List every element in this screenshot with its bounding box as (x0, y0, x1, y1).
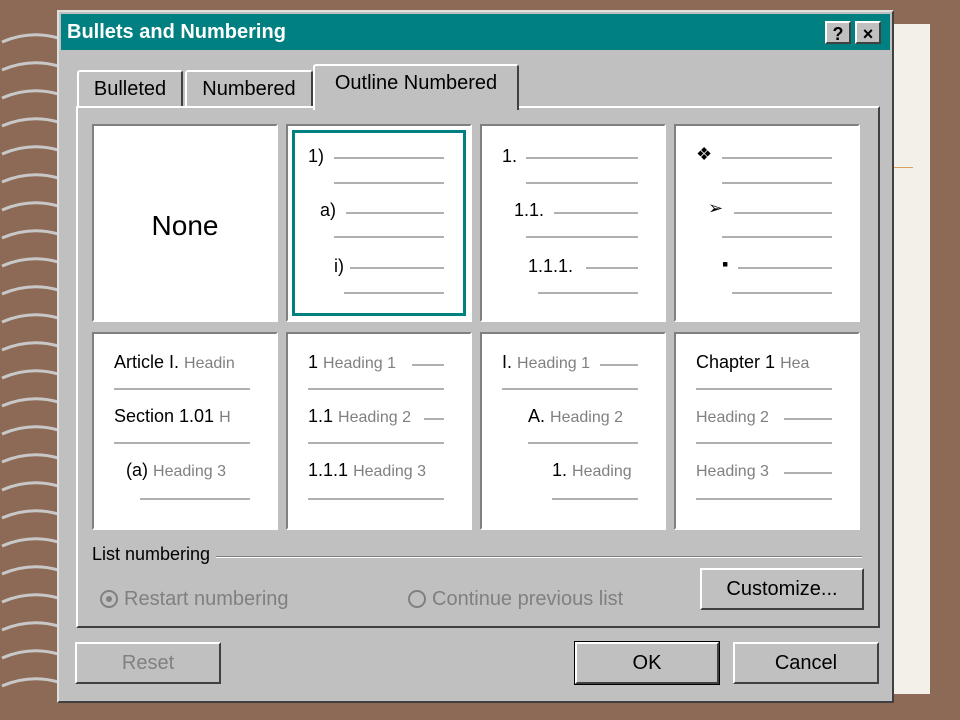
square-bullet-icon: ▪ (722, 254, 729, 274)
level-1-label: Chapter 1 Hea (696, 352, 810, 372)
ok-button[interactable]: OK (574, 641, 720, 685)
tab-bulleted[interactable]: Bulleted (77, 70, 183, 108)
cancel-button[interactable]: Cancel (733, 642, 879, 684)
level-1-label: I. Heading 1 (502, 352, 590, 372)
tab-panel-outline-numbered: None 1) a) i) 1. 1.1. 1.1.1. ❖ ➢ ▪ Artic… (76, 106, 880, 628)
slide-background (890, 24, 930, 694)
level-2-label: 1.1 Heading 2 (308, 406, 411, 426)
spiral-binding (1, 33, 59, 688)
help-button[interactable]: ? (825, 21, 851, 44)
level-1-label: Article I. Headin (114, 352, 235, 372)
restart-numbering-radio[interactable]: Restart numbering (100, 588, 289, 611)
style-chapter-headings[interactable]: Chapter 1 Hea Heading 2 Heading 3 (674, 332, 860, 530)
style-article-section[interactable]: Article I. Headin Section 1.01 H (a) Hea… (92, 332, 278, 530)
restart-numbering-label: Restart numbering (124, 588, 289, 610)
level-3-label: Heading 3 (696, 463, 769, 480)
continue-previous-list-radio[interactable]: Continue previous list (408, 588, 623, 611)
style-heading-roman[interactable]: I. Heading 1 A. Heading 2 1. Heading (480, 332, 666, 530)
continue-previous-list-label: Continue previous list (432, 588, 624, 610)
diamond-bullet-icon: ❖ (696, 144, 713, 164)
level-2-label: 1.1. (514, 200, 545, 220)
level-1-label: 1. (502, 146, 518, 166)
style-bullets[interactable]: ❖ ➢ ▪ (674, 124, 860, 322)
level-1-label: 1) (308, 146, 325, 166)
level-3-label: 1. Heading (552, 460, 632, 480)
dialog-title: Bullets and Numbering (67, 21, 286, 43)
arrow-bullet-icon: ➢ (708, 198, 724, 218)
level-3-label: (a) Heading 3 (126, 460, 226, 480)
level-3-label: 1.1.1 Heading 3 (308, 460, 427, 480)
customize-button[interactable]: Customize... (700, 568, 864, 610)
title-bar: Bullets and Numbering ? × (61, 14, 890, 50)
tab-numbered[interactable]: Numbered (185, 70, 313, 108)
level-1-label: 1 Heading 1 (308, 352, 396, 372)
reset-button[interactable]: Reset (75, 642, 221, 684)
level-2-label: Heading 2 (696, 409, 769, 426)
radio-unselected-icon (408, 590, 426, 608)
level-3-label: 1.1.1. (528, 256, 574, 276)
style-paren-letters[interactable]: 1) a) i) (286, 124, 472, 322)
level-2-label: Section 1.01 H (114, 406, 231, 426)
tab-outline-numbered[interactable]: Outline Numbered (313, 64, 519, 110)
bullets-numbering-dialog: Bullets and Numbering ? × Bulleted Numbe… (57, 10, 894, 703)
close-button[interactable]: × (855, 21, 881, 44)
level-2-label: A. Heading 2 (528, 406, 623, 426)
level-2-label: a) (320, 200, 337, 220)
style-none[interactable]: None (92, 124, 278, 322)
style-decimal-legal[interactable]: 1. 1.1. 1.1.1. (480, 124, 666, 322)
radio-selected-icon (100, 590, 118, 608)
list-numbering-label: List numbering (92, 544, 217, 565)
slide-accent-line (893, 167, 913, 168)
style-heading-decimal[interactable]: 1 Heading 1 1.1 Heading 2 1.1.1 Heading … (286, 332, 472, 530)
level-3-label: i) (334, 256, 344, 276)
none-label: None (151, 210, 219, 241)
